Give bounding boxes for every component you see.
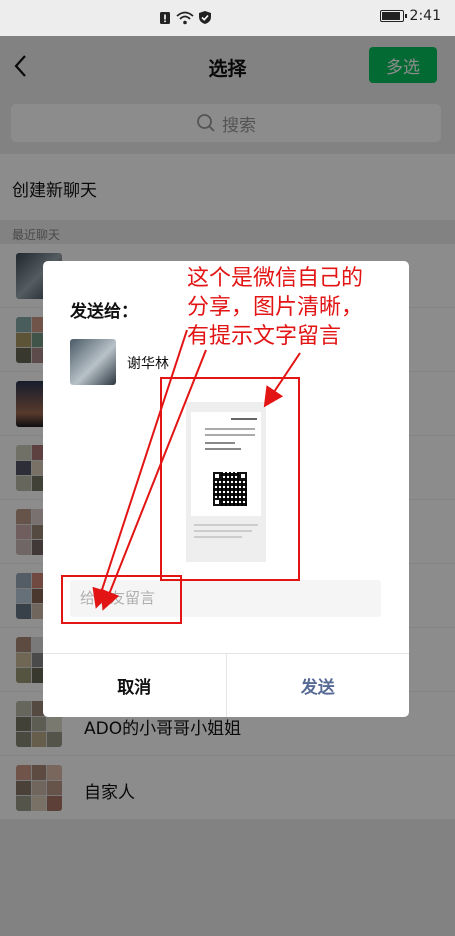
sim-alert-icon	[160, 11, 170, 24]
shield-icon	[199, 11, 211, 24]
annotation-line-1: 这个是微信自己的	[187, 266, 364, 291]
cancel-button[interactable]: 取消	[43, 654, 227, 717]
recipient-name: 谢华林	[127, 356, 169, 372]
image-highlight-box	[160, 377, 300, 581]
send-to-label: 发送给：	[70, 302, 138, 322]
status-icons	[158, 10, 212, 25]
battery-icon	[379, 10, 407, 22]
annotation-line-2: 分享，图片清晰，	[187, 295, 364, 320]
annotation-line-3: 有提示文字留言	[187, 324, 342, 349]
annotation-text: 这个是微信自己的 分享，图片清晰， 有提示文字留言	[187, 264, 413, 351]
status-bar: 2:41	[0, 0, 455, 36]
message-highlight-box	[61, 575, 182, 624]
wifi-icon	[176, 11, 194, 24]
recipient-avatar	[70, 339, 116, 385]
send-button[interactable]: 发送	[227, 654, 410, 717]
dialog-footer: 取消 发送	[43, 653, 409, 717]
status-time: 2:41	[409, 8, 441, 24]
